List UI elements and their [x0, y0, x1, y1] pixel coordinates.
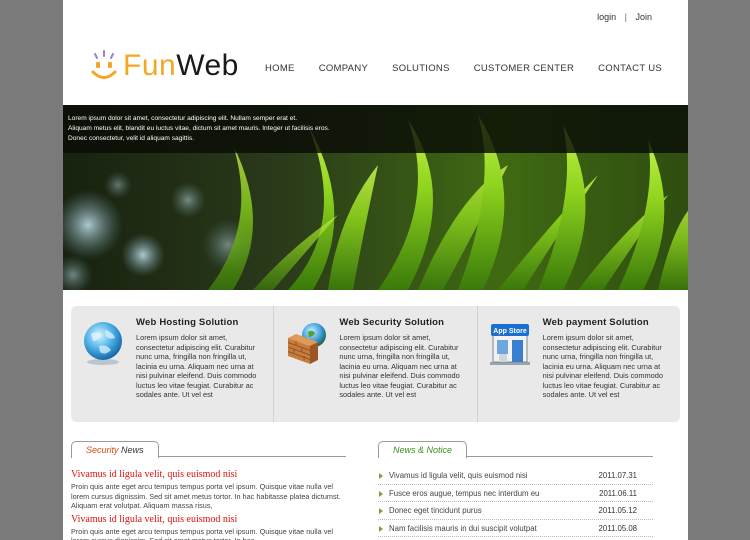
nav-home[interactable]: HOME — [265, 63, 295, 74]
nav-customer-center[interactable]: CUSTOMER CENTER — [474, 63, 574, 74]
news-notice-section: News & Notice Vivamus id ligula velit, q… — [378, 440, 653, 537]
hero-caption-line: Donec consectetur, velit id aliquam sagi… — [68, 135, 195, 142]
service-title: Web Hosting Solution — [136, 317, 239, 328]
notice-list: Vivamus id ligula velit, quis euismod ni… — [378, 467, 653, 537]
list-item[interactable]: Vivamus id ligula velit, quis euismod ni… — [378, 467, 653, 485]
service-description: Lorem ipsum dolor sit amet, consectetur … — [339, 333, 460, 399]
app-store-sign: App Store — [493, 328, 527, 335]
notice-date: 2011.05.08 — [598, 523, 637, 533]
hero-banner: Lorem ipsum dolor sit amet, consectetur … — [63, 105, 688, 290]
globe-icon — [84, 322, 122, 365]
top-links: login | Join — [597, 12, 652, 22]
list-item[interactable]: Donec eget tincidunt purus 2011.05.12 — [378, 502, 653, 520]
page: login | Join FunWeb HOME COMPANY SOLUTIO… — [63, 0, 688, 540]
news-title[interactable]: Vivamus id ligula velit, quis euismod ni… — [71, 514, 346, 525]
tab-rest: News — [118, 445, 144, 455]
notice-title: Fusce eros augue, tempus nec interdum eu — [389, 488, 540, 498]
main-nav: HOME COMPANY SOLUTIONS CUSTOMER CENTER C… — [265, 63, 662, 74]
hero-caption: Lorem ipsum dolor sit amet, consectetur … — [63, 105, 688, 153]
app-store-icon: App Store — [489, 324, 530, 365]
news-excerpt: Proin quis ante eget arcu tempus tempus … — [71, 482, 341, 511]
service-title: Web payment Solution — [542, 317, 649, 328]
service-description: Lorem ipsum dolor sit amet, consectetur … — [542, 333, 664, 399]
join-link[interactable]: Join — [635, 12, 652, 22]
notice-title: Donec eget tincidunt purus — [389, 506, 482, 515]
tab-highlight: Security — [86, 445, 119, 455]
nav-solutions[interactable]: SOLUTIONS — [392, 63, 450, 74]
service-title: Web Security Solution — [339, 317, 445, 328]
link-separator: | — [624, 12, 627, 22]
notice-date: 2011.05.12 — [598, 506, 637, 515]
news-excerpt: Proin quis ante eget arcu tempus tempus … — [71, 526, 334, 540]
service-description: Lorem ipsum dolor sit amet, consectetur … — [136, 333, 257, 399]
list-item[interactable]: Fusce eros augue, tempus nec interdum eu… — [378, 485, 653, 502]
tab-label: News & Notice — [393, 445, 453, 455]
news-title[interactable]: Vivamus id ligula velit, quis euismod ni… — [71, 469, 346, 480]
security-news-section: Security News Vivamus id ligula velit, q… — [71, 440, 346, 540]
notice-title: Vivamus id ligula velit, quis euismod ni… — [389, 471, 528, 480]
notice-title: Nam facilisis mauris in dui suscipit vol… — [389, 523, 537, 533]
logo-text-web: Web — [176, 49, 239, 82]
hero-caption-line: Aliquam metus elit, blandit eu luctus vi… — [68, 125, 330, 132]
login-link[interactable]: login — [597, 12, 616, 22]
nav-company[interactable]: COMPANY — [319, 63, 368, 74]
notice-date: 2011.07.31 — [598, 471, 637, 480]
service-web-hosting[interactable]: Web Hosting Solution Lorem ipsum dolor s… — [71, 306, 273, 422]
logo-text: FunWeb — [123, 49, 239, 83]
tab-news-notice[interactable]: News & Notice — [378, 441, 468, 458]
smiley-logo-icon — [91, 50, 117, 79]
nav-contact-us[interactable]: CONTACT US — [598, 63, 662, 74]
tab-security-news[interactable]: Security News — [71, 441, 159, 458]
logo[interactable]: FunWeb — [89, 46, 239, 86]
firewall-icon — [288, 323, 327, 364]
service-web-security[interactable]: Web Security Solution Lorem ipsum dolor … — [273, 306, 476, 422]
services-panel: Web Hosting Solution Lorem ipsum dolor s… — [71, 306, 680, 422]
service-web-payment[interactable]: App Store Web payment Solution Lorem ips… — [476, 306, 680, 422]
hero-caption-line: Lorem ipsum dolor sit amet, consectetur … — [68, 115, 298, 122]
logo-text-fun: Fun — [123, 49, 177, 82]
list-item[interactable]: Nam facilisis mauris in dui suscipit vol… — [378, 520, 653, 537]
notice-date: 2011.06.11 — [599, 488, 637, 498]
